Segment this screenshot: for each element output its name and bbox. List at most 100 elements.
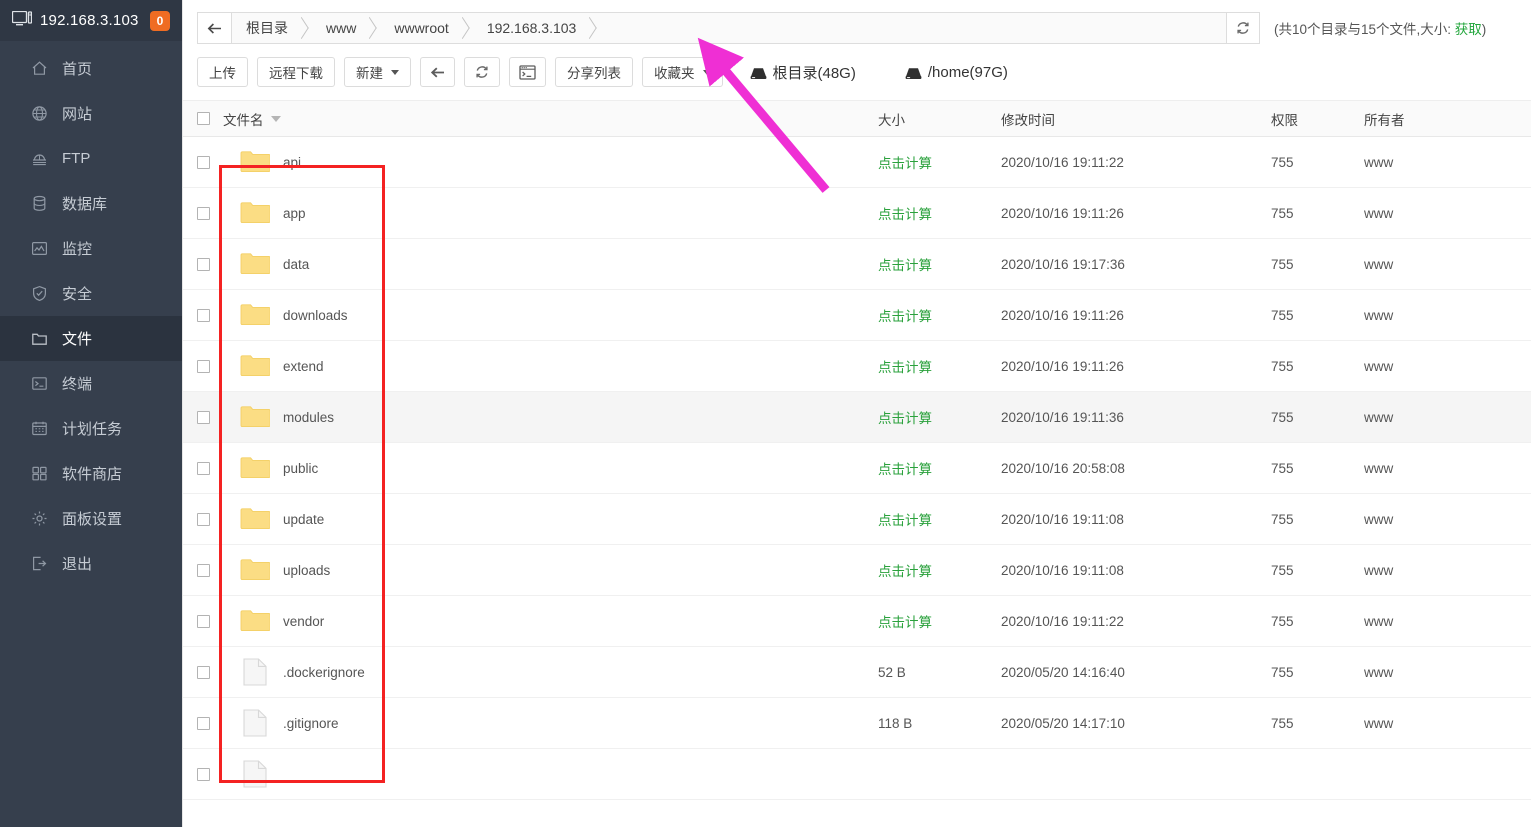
select-all-checkbox[interactable] bbox=[197, 112, 210, 125]
table-row[interactable]: update 点击计算 2020/10/16 19:11:08 755 www bbox=[183, 494, 1531, 545]
file-permission[interactable]: 755 bbox=[1271, 155, 1364, 170]
sidebar-item-database[interactable]: 数据库 bbox=[0, 181, 182, 226]
size-calculate-link[interactable]: 点击计算 bbox=[878, 615, 932, 630]
file-permission[interactable]: 755 bbox=[1271, 665, 1364, 680]
table-row[interactable]: modules 点击计算 2020/10/16 19:11:36 755 www bbox=[183, 392, 1531, 443]
sort-desc-icon[interactable] bbox=[270, 115, 281, 122]
row-checkbox[interactable] bbox=[197, 155, 210, 169]
file-name[interactable]: uploads bbox=[283, 563, 330, 578]
sidebar-item-ftp[interactable]: FTP bbox=[0, 136, 182, 181]
file-owner[interactable]: www bbox=[1364, 563, 1531, 578]
size-calculate-link[interactable]: 点击计算 bbox=[878, 258, 932, 273]
favorites-button[interactable]: 收藏夹 bbox=[642, 57, 723, 87]
header-size[interactable]: 大小 bbox=[878, 109, 1001, 129]
size-calculate-link[interactable]: 点击计算 bbox=[878, 411, 932, 426]
row-checkbox[interactable] bbox=[197, 614, 210, 628]
header-filename[interactable]: 文件名 bbox=[223, 109, 878, 129]
toolbar-terminal-button[interactable] bbox=[509, 57, 546, 87]
file-permission[interactable]: 755 bbox=[1271, 257, 1364, 272]
toolbar-back-button[interactable] bbox=[420, 57, 455, 87]
table-row[interactable]: public 点击计算 2020/10/16 20:58:08 755 www bbox=[183, 443, 1531, 494]
size-calculate-link[interactable]: 点击计算 bbox=[878, 513, 932, 528]
file-name[interactable]: .gitignore bbox=[283, 716, 339, 731]
size-calculate-link[interactable]: 点击计算 bbox=[878, 564, 932, 579]
file-permission[interactable]: 755 bbox=[1271, 716, 1364, 731]
file-name[interactable]: update bbox=[283, 512, 324, 527]
row-checkbox[interactable] bbox=[197, 767, 210, 781]
remote-download-button[interactable]: 远程下载 bbox=[257, 57, 335, 87]
row-checkbox[interactable] bbox=[197, 461, 210, 475]
size-calculate-link[interactable]: 点击计算 bbox=[878, 156, 932, 171]
breadcrumb-refresh-button[interactable] bbox=[1226, 12, 1260, 44]
sidebar-item-panel-settings[interactable]: 面板设置 bbox=[0, 496, 182, 541]
breadcrumb-item-www[interactable]: www bbox=[310, 13, 378, 43]
file-name[interactable]: data bbox=[283, 257, 309, 272]
breadcrumb-item-wwwroot[interactable]: wwwroot bbox=[378, 13, 470, 43]
sidebar-item-app-store[interactable]: 软件商店 bbox=[0, 451, 182, 496]
file-permission[interactable]: 755 bbox=[1271, 614, 1364, 629]
file-owner[interactable]: www bbox=[1364, 206, 1531, 221]
file-permission[interactable]: 755 bbox=[1271, 308, 1364, 323]
file-owner[interactable]: www bbox=[1364, 716, 1531, 731]
disk-root[interactable]: 根目录(48G) bbox=[750, 62, 856, 83]
file-permission[interactable]: 755 bbox=[1271, 410, 1364, 425]
row-checkbox[interactable] bbox=[197, 512, 210, 526]
sidebar-item-website[interactable]: 网站 bbox=[0, 91, 182, 136]
size-calculate-link[interactable]: 点击计算 bbox=[878, 207, 932, 222]
notification-badge[interactable]: 0 bbox=[150, 10, 170, 31]
file-owner[interactable]: www bbox=[1364, 155, 1531, 170]
upload-button[interactable]: 上传 bbox=[197, 57, 248, 87]
disk-home[interactable]: /home(97G) bbox=[905, 64, 1008, 81]
row-checkbox[interactable] bbox=[197, 308, 210, 322]
sidebar-item-logout[interactable]: 退出 bbox=[0, 541, 182, 586]
row-checkbox[interactable] bbox=[197, 206, 210, 220]
row-checkbox[interactable] bbox=[197, 410, 210, 424]
table-row[interactable]: api 点击计算 2020/10/16 19:11:22 755 www bbox=[183, 137, 1531, 188]
file-permission[interactable]: 755 bbox=[1271, 512, 1364, 527]
table-row[interactable]: data 点击计算 2020/10/16 19:17:36 755 www bbox=[183, 239, 1531, 290]
table-row[interactable]: downloads 点击计算 2020/10/16 19:11:26 755 www bbox=[183, 290, 1531, 341]
table-row[interactable]: vendor 点击计算 2020/10/16 19:11:22 755 www bbox=[183, 596, 1531, 647]
sidebar-item-home[interactable]: 首页 bbox=[0, 46, 182, 91]
row-checkbox[interactable] bbox=[197, 257, 210, 271]
new-button[interactable]: 新建 bbox=[344, 57, 411, 87]
header-time[interactable]: 修改时间 bbox=[1001, 109, 1271, 129]
file-name[interactable]: app bbox=[283, 206, 306, 221]
file-name[interactable]: public bbox=[283, 461, 318, 476]
file-permission[interactable]: 755 bbox=[1271, 359, 1364, 374]
sidebar-header[interactable]: 192.168.3.103 0 bbox=[0, 0, 182, 41]
fetch-size-link[interactable]: 获取 bbox=[1455, 22, 1482, 37]
file-permission[interactable]: 755 bbox=[1271, 206, 1364, 221]
file-owner[interactable]: www bbox=[1364, 410, 1531, 425]
file-name[interactable]: downloads bbox=[283, 308, 348, 323]
file-name[interactable]: modules bbox=[283, 410, 334, 425]
size-calculate-link[interactable]: 点击计算 bbox=[878, 309, 932, 324]
size-calculate-link[interactable]: 点击计算 bbox=[878, 360, 932, 375]
table-row[interactable] bbox=[183, 749, 1531, 800]
file-name[interactable]: extend bbox=[283, 359, 324, 374]
file-permission[interactable]: 755 bbox=[1271, 461, 1364, 476]
file-permission[interactable]: 755 bbox=[1271, 563, 1364, 578]
sidebar-item-monitor[interactable]: 监控 bbox=[0, 226, 182, 271]
row-checkbox[interactable] bbox=[197, 716, 210, 730]
size-calculate-link[interactable]: 点击计算 bbox=[878, 462, 932, 477]
file-owner[interactable]: www bbox=[1364, 614, 1531, 629]
breadcrumb-back-button[interactable] bbox=[198, 13, 232, 43]
table-row[interactable]: app 点击计算 2020/10/16 19:11:26 755 www bbox=[183, 188, 1531, 239]
table-row[interactable]: uploads 点击计算 2020/10/16 19:11:08 755 www bbox=[183, 545, 1531, 596]
file-owner[interactable]: www bbox=[1364, 308, 1531, 323]
row-checkbox[interactable] bbox=[197, 359, 210, 373]
file-name[interactable]: api bbox=[283, 155, 301, 170]
table-row[interactable]: .dockerignore 52 B 2020/05/20 14:16:40 755 w… bbox=[183, 647, 1531, 698]
sidebar-item-cron[interactable]: 计划任务 bbox=[0, 406, 182, 451]
file-owner[interactable]: www bbox=[1364, 257, 1531, 272]
sidebar-item-security[interactable]: 安全 bbox=[0, 271, 182, 316]
file-owner[interactable]: www bbox=[1364, 359, 1531, 374]
file-name[interactable]: .dockerignore bbox=[283, 665, 365, 680]
table-row[interactable]: extend 点击计算 2020/10/16 19:11:26 755 www bbox=[183, 341, 1531, 392]
file-owner[interactable]: www bbox=[1364, 512, 1531, 527]
file-owner[interactable]: www bbox=[1364, 461, 1531, 476]
sidebar-item-files[interactable]: 文件 bbox=[0, 316, 182, 361]
header-perm[interactable]: 权限 bbox=[1271, 109, 1364, 129]
file-name[interactable]: vendor bbox=[283, 614, 324, 629]
